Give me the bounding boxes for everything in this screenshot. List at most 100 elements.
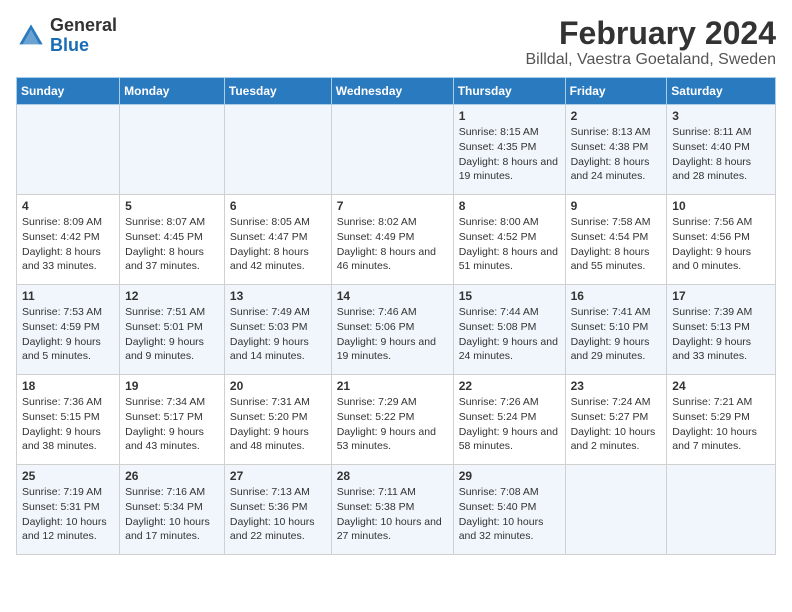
page-title: February 2024 bbox=[525, 16, 776, 51]
day-info: Sunrise: 7:26 AM Sunset: 5:24 PM Dayligh… bbox=[459, 395, 560, 454]
calendar-week-row: 1 Sunrise: 8:15 AM Sunset: 4:35 PM Daylig… bbox=[17, 105, 776, 195]
day-info: Sunrise: 7:19 AM Sunset: 5:31 PM Dayligh… bbox=[22, 485, 114, 544]
day-number: 17 bbox=[672, 289, 770, 303]
calendar-cell: 10 Sunrise: 7:56 AM Sunset: 4:56 PM Dayli… bbox=[667, 195, 776, 285]
calendar-cell bbox=[120, 105, 225, 195]
day-number: 18 bbox=[22, 379, 114, 393]
page-subtitle: Billdal, Vaestra Goetaland, Sweden bbox=[525, 51, 776, 69]
day-number: 22 bbox=[459, 379, 560, 393]
day-number: 4 bbox=[22, 199, 114, 213]
day-info: Sunrise: 7:49 AM Sunset: 5:03 PM Dayligh… bbox=[230, 305, 326, 364]
day-info: Sunrise: 8:11 AM Sunset: 4:40 PM Dayligh… bbox=[672, 125, 770, 184]
day-info: Sunrise: 8:00 AM Sunset: 4:52 PM Dayligh… bbox=[459, 215, 560, 274]
day-info: Sunrise: 8:05 AM Sunset: 4:47 PM Dayligh… bbox=[230, 215, 326, 274]
weekday-header: Tuesday bbox=[224, 78, 331, 105]
calendar-week-row: 18 Sunrise: 7:36 AM Sunset: 5:15 PM Dayli… bbox=[17, 375, 776, 465]
day-number: 15 bbox=[459, 289, 560, 303]
calendar-cell: 25Sunrise: 7:19 AM Sunset: 5:31 PM Dayli… bbox=[17, 465, 120, 555]
calendar-cell: 29 Sunrise: 7:08 AM Sunset: 5:40 PM Dayli… bbox=[453, 465, 565, 555]
day-info: Sunrise: 7:46 AM Sunset: 5:06 PM Dayligh… bbox=[337, 305, 448, 364]
day-number: 21 bbox=[337, 379, 448, 393]
day-info: Sunrise: 7:53 AM Sunset: 4:59 PM Dayligh… bbox=[22, 305, 114, 364]
day-info: Sunrise: 8:09 AM Sunset: 4:42 PM Dayligh… bbox=[22, 215, 114, 274]
day-number: 10 bbox=[672, 199, 770, 213]
calendar-cell: 4 Sunrise: 8:09 AM Sunset: 4:42 PM Daylig… bbox=[17, 195, 120, 285]
day-number: 1 bbox=[459, 109, 560, 123]
weekday-header: Monday bbox=[120, 78, 225, 105]
day-number: 26 bbox=[125, 469, 219, 483]
page-header: General Blue February 2024 Billdal, Vaes… bbox=[16, 16, 776, 69]
day-number: 24 bbox=[672, 379, 770, 393]
calendar-cell: 24 Sunrise: 7:21 AM Sunset: 5:29 PM Dayli… bbox=[667, 375, 776, 465]
day-number: 12 bbox=[125, 289, 219, 303]
day-info: Sunrise: 7:13 AM Sunset: 5:36 PM Dayligh… bbox=[230, 485, 326, 544]
day-info: Sunrise: 7:36 AM Sunset: 5:15 PM Dayligh… bbox=[22, 395, 114, 454]
calendar-cell: 6 Sunrise: 8:05 AM Sunset: 4:47 PM Daylig… bbox=[224, 195, 331, 285]
calendar-header: SundayMondayTuesdayWednesdayThursdayFrid… bbox=[17, 78, 776, 105]
day-number: 8 bbox=[459, 199, 560, 213]
calendar-cell: 15 Sunrise: 7:44 AM Sunset: 5:08 PM Dayli… bbox=[453, 285, 565, 375]
weekday-header: Thursday bbox=[453, 78, 565, 105]
day-info: Sunrise: 7:24 AM Sunset: 5:27 PM Dayligh… bbox=[571, 395, 662, 454]
day-info: Sunrise: 7:41 AM Sunset: 5:10 PM Dayligh… bbox=[571, 305, 662, 364]
calendar-cell: 7Sunrise: 8:02 AM Sunset: 4:49 PM Daylig… bbox=[331, 195, 453, 285]
title-block: February 2024 Billdal, Vaestra Goetaland… bbox=[525, 16, 776, 69]
day-number: 23 bbox=[571, 379, 662, 393]
day-info: Sunrise: 8:15 AM Sunset: 4:35 PM Dayligh… bbox=[459, 125, 560, 184]
calendar-body: 1 Sunrise: 8:15 AM Sunset: 4:35 PM Daylig… bbox=[17, 105, 776, 555]
day-info: Sunrise: 7:44 AM Sunset: 5:08 PM Dayligh… bbox=[459, 305, 560, 364]
day-number: 6 bbox=[230, 199, 326, 213]
day-number: 3 bbox=[672, 109, 770, 123]
day-number: 16 bbox=[571, 289, 662, 303]
calendar-cell: 2 Sunrise: 8:13 AM Sunset: 4:38 PM Daylig… bbox=[565, 105, 667, 195]
day-info: Sunrise: 7:21 AM Sunset: 5:29 PM Dayligh… bbox=[672, 395, 770, 454]
calendar-cell: 5 Sunrise: 8:07 AM Sunset: 4:45 PM Daylig… bbox=[120, 195, 225, 285]
calendar-week-row: 11 Sunrise: 7:53 AM Sunset: 4:59 PM Dayli… bbox=[17, 285, 776, 375]
calendar-cell: 1 Sunrise: 8:15 AM Sunset: 4:35 PM Daylig… bbox=[453, 105, 565, 195]
calendar-cell bbox=[17, 105, 120, 195]
calendar-cell: 8 Sunrise: 8:00 AM Sunset: 4:52 PM Daylig… bbox=[453, 195, 565, 285]
calendar-cell: 14 Sunrise: 7:46 AM Sunset: 5:06 PM Dayli… bbox=[331, 285, 453, 375]
day-info: Sunrise: 7:51 AM Sunset: 5:01 PM Dayligh… bbox=[125, 305, 219, 364]
calendar-week-row: 4 Sunrise: 8:09 AM Sunset: 4:42 PM Daylig… bbox=[17, 195, 776, 285]
calendar-cell: 16 Sunrise: 7:41 AM Sunset: 5:10 PM Dayli… bbox=[565, 285, 667, 375]
day-info: Sunrise: 7:11 AM Sunset: 5:38 PM Dayligh… bbox=[337, 485, 448, 544]
day-info: Sunrise: 8:13 AM Sunset: 4:38 PM Dayligh… bbox=[571, 125, 662, 184]
day-number: 9 bbox=[571, 199, 662, 213]
calendar-cell bbox=[565, 465, 667, 555]
day-info: Sunrise: 7:16 AM Sunset: 5:34 PM Dayligh… bbox=[125, 485, 219, 544]
day-number: 14 bbox=[337, 289, 448, 303]
day-number: 29 bbox=[459, 469, 560, 483]
logo: General Blue bbox=[16, 16, 117, 56]
day-number: 2 bbox=[571, 109, 662, 123]
day-number: 11 bbox=[22, 289, 114, 303]
calendar-cell bbox=[667, 465, 776, 555]
day-info: Sunrise: 8:07 AM Sunset: 4:45 PM Dayligh… bbox=[125, 215, 219, 274]
weekday-header: Wednesday bbox=[331, 78, 453, 105]
day-number: 19 bbox=[125, 379, 219, 393]
calendar-cell: 27 Sunrise: 7:13 AM Sunset: 5:36 PM Dayli… bbox=[224, 465, 331, 555]
day-number: 27 bbox=[230, 469, 326, 483]
logo-icon bbox=[16, 21, 46, 51]
weekday-header: Saturday bbox=[667, 78, 776, 105]
calendar-cell: 9 Sunrise: 7:58 AM Sunset: 4:54 PM Daylig… bbox=[565, 195, 667, 285]
day-info: Sunrise: 7:39 AM Sunset: 5:13 PM Dayligh… bbox=[672, 305, 770, 364]
day-number: 7 bbox=[337, 199, 448, 213]
day-info: Sunrise: 7:08 AM Sunset: 5:40 PM Dayligh… bbox=[459, 485, 560, 544]
calendar-cell: 3 Sunrise: 8:11 AM Sunset: 4:40 PM Daylig… bbox=[667, 105, 776, 195]
day-number: 13 bbox=[230, 289, 326, 303]
day-info: Sunrise: 7:56 AM Sunset: 4:56 PM Dayligh… bbox=[672, 215, 770, 274]
calendar-cell: 19 Sunrise: 7:34 AM Sunset: 5:17 PM Dayli… bbox=[120, 375, 225, 465]
day-info: Sunrise: 7:58 AM Sunset: 4:54 PM Dayligh… bbox=[571, 215, 662, 274]
weekday-header: Friday bbox=[565, 78, 667, 105]
day-number: 28 bbox=[337, 469, 448, 483]
calendar-cell: 28 Sunrise: 7:11 AM Sunset: 5:38 PM Dayli… bbox=[331, 465, 453, 555]
calendar-cell: 26 Sunrise: 7:16 AM Sunset: 5:34 PM Dayli… bbox=[120, 465, 225, 555]
calendar-cell: 11 Sunrise: 7:53 AM Sunset: 4:59 PM Dayli… bbox=[17, 285, 120, 375]
day-number: 5 bbox=[125, 199, 219, 213]
weekday-header: Sunday bbox=[17, 78, 120, 105]
calendar-cell: 12 Sunrise: 7:51 AM Sunset: 5:01 PM Dayli… bbox=[120, 285, 225, 375]
day-info: Sunrise: 7:34 AM Sunset: 5:17 PM Dayligh… bbox=[125, 395, 219, 454]
calendar-cell: 20Sunrise: 7:31 AM Sunset: 5:20 PM Dayli… bbox=[224, 375, 331, 465]
calendar-cell: 18 Sunrise: 7:36 AM Sunset: 5:15 PM Dayli… bbox=[17, 375, 120, 465]
